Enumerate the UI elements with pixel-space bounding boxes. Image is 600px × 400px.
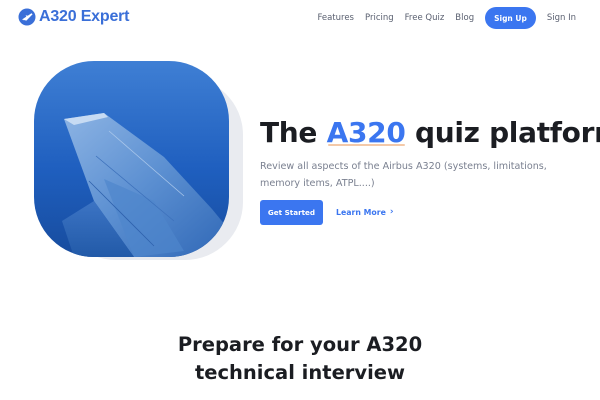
hero-image (34, 61, 229, 257)
section-title-line-2: technical interview (194, 361, 406, 384)
nav-link-free-quiz[interactable]: Free Quiz (405, 13, 445, 23)
nav-link-features[interactable]: Features (317, 13, 354, 23)
nav-links: Features Pricing Free Quiz Blog Sign Up … (317, 7, 576, 29)
hero-title: The A320 quiz platform (260, 116, 600, 149)
airplane-badge-icon (18, 8, 36, 26)
hero-subtitle: Review all aspects of the Airbus A320 (s… (260, 161, 547, 189)
hero-title-highlight: A320 (326, 116, 406, 149)
airplane-wing-illustration (34, 61, 229, 257)
signup-button[interactable]: Sign Up (485, 7, 536, 29)
section-title: Prepare for your A320 technical intervie… (0, 331, 600, 387)
learn-more-link[interactable]: Learn More › (336, 207, 394, 218)
learn-more-label: Learn More (336, 208, 386, 217)
nav-link-pricing[interactable]: Pricing (365, 13, 394, 23)
nav-link-blog[interactable]: Blog (455, 13, 474, 23)
brand-name: A320 Expert (39, 8, 130, 25)
section-title-line-1: Prepare for your A320 (177, 333, 423, 356)
brand-logo[interactable]: A320 Expert (18, 8, 129, 26)
get-started-button[interactable]: Get Started (260, 200, 323, 225)
top-navbar: A320 Expert Features Pricing Free Quiz B… (0, 0, 600, 38)
chevron-right-icon: › (389, 207, 394, 217)
signin-link[interactable]: Sign In (547, 13, 576, 23)
